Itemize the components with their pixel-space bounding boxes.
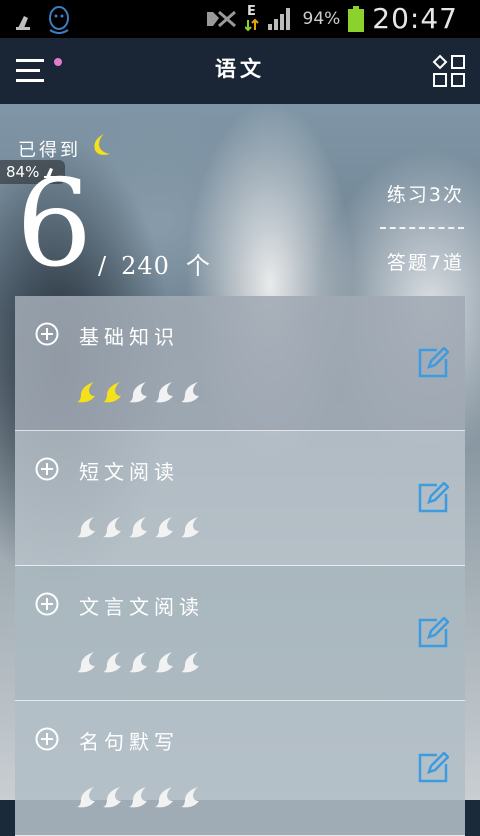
moon-lit-icon [77,382,95,403]
list-item[interactable]: 基础知识 [15,296,465,431]
section-list: 基础知识 短文阅读 文言文阅读 名句默写 [15,296,465,836]
silent-icon [206,10,236,27]
section-title: 名句默写 [79,730,179,754]
moon-unlit-icon [129,652,147,673]
moon-unlit-icon [77,787,95,808]
section-title: 短文阅读 [79,460,179,484]
moon-unlit-icon [129,787,147,808]
earned-count: 6 [16,155,93,294]
moon-unlit-icon [181,382,199,403]
moon-unlit-icon [155,517,173,538]
expand-plus-icon[interactable] [35,592,59,616]
moon-rating [75,515,203,539]
expand-plus-icon[interactable] [35,322,59,346]
list-item[interactable]: 名句默写 [15,701,465,836]
expand-plus-icon[interactable] [35,457,59,481]
moon-unlit-icon [103,517,121,538]
edit-icon[interactable] [417,617,449,649]
practice-count: 练习3次 [386,184,464,206]
section-title: 文言文阅读 [79,595,204,619]
edit-icon[interactable] [417,347,449,379]
edit-icon[interactable] [417,752,449,784]
qq-icon [49,6,69,34]
moon-unlit-icon [129,517,147,538]
moon-unlit-icon [155,652,173,673]
answered-count: 答题7道 [386,252,464,274]
page-title: 语文 [215,57,265,81]
cleaner-icon [16,16,30,30]
moon-unlit-icon [155,382,173,403]
signal-icon [267,7,290,30]
moon-unlit-icon [77,517,95,538]
data-arrows-icon [244,18,259,31]
list-item[interactable]: 短文阅读 [15,431,465,566]
moon-rating [75,380,203,404]
app-bar: 语文 [0,38,480,104]
total-line: / 240 个 [98,246,211,281]
grid-icon[interactable] [432,54,466,88]
moon-rating [75,650,203,674]
expand-plus-icon[interactable] [35,727,59,751]
list-item[interactable]: 文言文阅读 [15,566,465,701]
status-bar: E 94% 20:47 [0,0,480,38]
moon-unlit-icon [181,787,199,808]
moon-unlit-icon [77,652,95,673]
battery-icon [348,5,365,32]
moon-unlit-icon [103,652,121,673]
moon-unlit-icon [181,517,199,538]
total-count: 240 [121,252,170,280]
moon-lit-icon [103,382,121,403]
edit-icon[interactable] [417,482,449,514]
divider [380,227,464,229]
network-type-label: E [247,3,256,19]
moon-unlit-icon [181,652,199,673]
total-slash: / [98,252,108,280]
total-unit: 个 [185,252,211,280]
moon-unlit-icon [103,787,121,808]
moon-rating [75,785,203,809]
clock: 20:47 [372,2,458,35]
moon-unlit-icon [129,382,147,403]
moon-unlit-icon [155,787,173,808]
battery-percent: 94% [302,8,341,29]
section-title: 基础知识 [79,325,179,349]
data-indicator: E [244,3,259,32]
